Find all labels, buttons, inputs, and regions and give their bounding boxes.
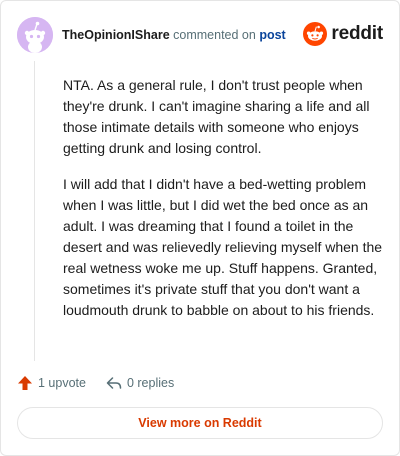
comment-embed-card: TheOpinionIShare commented on post reddi… xyxy=(0,0,400,456)
comment-paragraph-2: I will add that I didn't have a bed-wett… xyxy=(63,176,383,318)
reddit-wordmark: reddit xyxy=(331,23,383,44)
upvote-count: 1 upvote xyxy=(38,376,86,390)
reply-arrow-icon xyxy=(106,377,122,389)
thread-line xyxy=(34,61,35,361)
action-text: commented on xyxy=(173,28,256,42)
username-link[interactable]: TheOpinionIShare xyxy=(62,28,170,42)
reddit-logo[interactable]: reddit xyxy=(303,22,383,46)
comment-byline: TheOpinionIShare commented on post xyxy=(62,28,286,42)
comment-body: NTA. As a general rule, I don't trust pe… xyxy=(63,75,389,336)
comment-paragraph-1: NTA. As a general rule, I don't trust pe… xyxy=(63,77,370,156)
reply-count: 0 replies xyxy=(126,376,175,390)
upvote-button[interactable]: 1 upvote xyxy=(17,375,86,391)
snoo-avatar-icon[interactable] xyxy=(17,17,53,53)
reddit-logo-icon xyxy=(303,22,328,46)
reply-button[interactable]: 0 replies xyxy=(106,375,174,391)
comment-header: TheOpinionIShare commented on post reddi… xyxy=(17,15,385,55)
upvote-arrow-icon xyxy=(18,376,32,390)
post-link[interactable]: post xyxy=(259,28,285,42)
view-more-on-reddit-button[interactable]: View more on Reddit xyxy=(17,407,383,439)
comment-actions: 1 upvote 0 replies xyxy=(17,373,194,393)
